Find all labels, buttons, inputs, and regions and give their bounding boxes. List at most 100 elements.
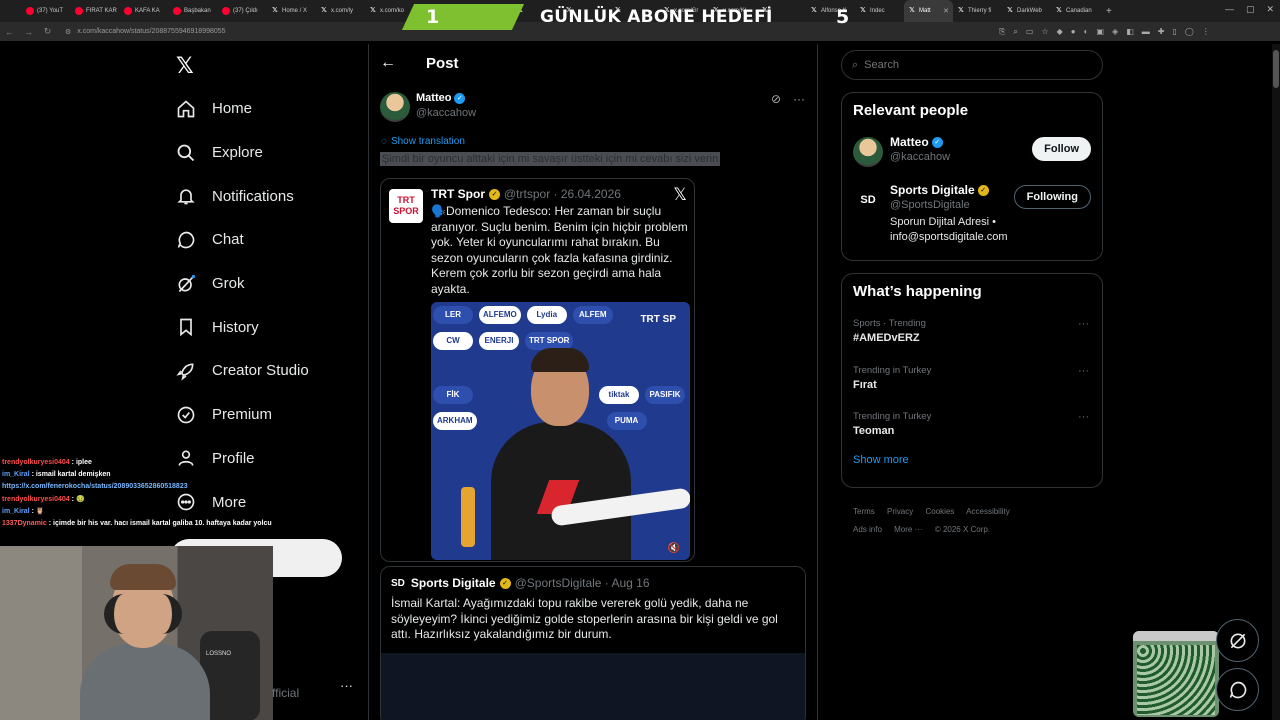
- more-options-icon[interactable]: ···: [1078, 318, 1089, 330]
- grok-floating-button[interactable]: [1216, 619, 1259, 662]
- page-scrollbar[interactable]: [1272, 44, 1280, 720]
- translate-icon[interactable]: ⎘: [999, 27, 1005, 37]
- more-options-icon[interactable]: ···: [1078, 365, 1089, 377]
- reload-icon[interactable]: ↻: [38, 26, 57, 37]
- x-logo-icon[interactable]: 𝕏: [176, 53, 194, 79]
- follow-button[interactable]: Follow: [1032, 137, 1091, 161]
- puzzle-icon[interactable]: ✚: [1158, 27, 1165, 37]
- extension-icon[interactable]: ◧: [1126, 27, 1134, 37]
- account-more-icon[interactable]: ···: [340, 678, 353, 693]
- author-name-row[interactable]: Matteo ✓: [416, 92, 476, 104]
- quoted-post[interactable]: TRT SPOR TRT Spor ✓ @trtspor · 26.04.202…: [380, 178, 695, 562]
- related-post-media[interactable]: [381, 653, 805, 720]
- verified-check-icon: ✓: [931, 136, 943, 148]
- extension-icon[interactable]: ◆: [1057, 27, 1063, 37]
- more-options-icon[interactable]: ···: [793, 92, 805, 106]
- footer-link-privacy[interactable]: Privacy: [887, 507, 913, 516]
- post-author[interactable]: Matteo ✓ @kaccahow: [380, 92, 476, 122]
- press-conference-video[interactable]: LER ALFEMO Lydia ALFEM CW ENERJI TRT SPO…: [431, 302, 690, 560]
- nav-item-premium[interactable]: Premium: [176, 393, 309, 437]
- footer-link-more[interactable]: More ···: [894, 525, 922, 534]
- related-handle-date: @SportsDigitale · Aug 16: [514, 576, 650, 590]
- nav-item-creator-studio[interactable]: Creator Studio: [176, 349, 309, 393]
- footer-links: Terms Privacy Cookies Accessibility Ads …: [853, 503, 1093, 539]
- chat-text: içimde bir his var. hacı ismail kartal g…: [53, 520, 272, 528]
- nav-item-history[interactable]: History: [176, 305, 309, 349]
- grok-analyze-icon[interactable]: ⊘: [771, 92, 781, 106]
- zoom-icon[interactable]: ⌕: [1013, 27, 1017, 37]
- chat-message: im_Kiral : 🦉: [2, 506, 272, 518]
- nav-item-home[interactable]: Home: [176, 87, 309, 131]
- menu-dots-icon[interactable]: ⋮: [1202, 27, 1210, 37]
- close-tab-icon[interactable]: ✕: [943, 7, 949, 15]
- browser-tab[interactable]: KAFA KA: [120, 0, 169, 22]
- profile-avatar-icon[interactable]: ◯: [1185, 27, 1194, 37]
- scrollbar-thumb[interactable]: [1273, 50, 1279, 88]
- trt-spor-avatar[interactable]: TRT SPOR: [389, 189, 423, 223]
- search-box[interactable]: ⌕: [841, 50, 1103, 80]
- browser-tab[interactable]: FIRAT KAR: [71, 0, 120, 22]
- back-arrow-icon[interactable]: ←: [380, 54, 396, 72]
- extension-icon[interactable]: ●: [1071, 27, 1076, 37]
- person-row-sports-digitale[interactable]: SD Sports Digitale ✓ @SportsDigitale Fol…: [842, 179, 1102, 249]
- sports-digitale-logo[interactable]: SD: [391, 578, 405, 589]
- trend-item[interactable]: Trending in Turkey Teoman ···: [842, 407, 1102, 454]
- quoted-author-name[interactable]: TRT Spor: [431, 187, 485, 201]
- footer-link-accessibility[interactable]: Accessibility: [966, 507, 1010, 516]
- footer-link-ads-info[interactable]: Ads info: [853, 525, 882, 534]
- panel-title: What’s happening: [853, 283, 982, 300]
- following-button[interactable]: Following: [1013, 185, 1091, 209]
- new-tab-icon[interactable]: +: [1100, 6, 1118, 17]
- back-icon[interactable]: ←: [0, 27, 19, 37]
- sponsor-logo: Lydia: [526, 306, 567, 324]
- related-author-name[interactable]: Sports Digitale: [411, 576, 496, 590]
- browser-tab[interactable]: 𝕏 Home / X: [267, 0, 316, 22]
- footer-link-cookies[interactable]: Cookies: [925, 507, 954, 516]
- chat-text: iplee: [75, 459, 92, 466]
- whats-happening-panel: What’s happening Sports · Trending #AMED…: [841, 273, 1103, 488]
- messages-floating-button[interactable]: [1216, 668, 1259, 711]
- browser-tab[interactable]: 𝕏 Thierry fi: [953, 0, 1002, 22]
- nav-item-explore[interactable]: Explore: [176, 131, 309, 175]
- trend-item[interactable]: Sports · Trending #AMEDvERZ ···: [842, 314, 1102, 361]
- browser-tab[interactable]: 𝕏 DarkWeb: [1002, 0, 1051, 22]
- cast-icon[interactable]: ▭: [1026, 27, 1034, 37]
- browser-tab[interactable]: (37) YouT: [22, 0, 71, 22]
- show-more-link[interactable]: Show more: [842, 454, 1102, 466]
- close-window-icon[interactable]: ✕: [1266, 4, 1274, 15]
- volume-mute-icon[interactable]: 🔇: [668, 543, 680, 554]
- more-options-icon[interactable]: ···: [1078, 411, 1089, 423]
- maximize-icon[interactable]: ▢: [1246, 4, 1255, 15]
- author-handle[interactable]: @kaccahow: [416, 107, 476, 119]
- browser-tab[interactable]: 𝕏 Matt ✕: [904, 0, 953, 22]
- nav-item-notifications[interactable]: Notifications: [176, 174, 309, 218]
- trend-item[interactable]: Trending in Turkey Fırat ···: [842, 361, 1102, 408]
- tab-label: x.com/ly: [331, 8, 354, 14]
- related-post[interactable]: SD Sports Digitale ✓ @SportsDigitale · A…: [380, 566, 806, 720]
- avatar[interactable]: SD: [853, 185, 883, 215]
- extension-icon[interactable]: ▣: [1096, 27, 1104, 37]
- person-row-matteo[interactable]: Matteo ✓ @kaccahow Follow: [842, 131, 1102, 179]
- footer-link-terms[interactable]: Terms: [853, 507, 875, 516]
- browser-tab[interactable]: 𝕏x.com/ly: [316, 0, 365, 22]
- avatar[interactable]: [380, 92, 410, 122]
- search-input[interactable]: [864, 59, 1065, 71]
- bookmark-star-icon[interactable]: ☆: [1041, 27, 1048, 37]
- nav-item-grok[interactable]: Grok: [176, 262, 309, 306]
- nav-item-chat[interactable]: Chat: [176, 218, 309, 262]
- avatar[interactable]: [853, 137, 883, 167]
- person-name-row: Matteo ✓: [890, 135, 943, 149]
- trend-meta: Trending in Turkey: [853, 364, 932, 376]
- show-translation-link[interactable]: ◌ Show translation: [381, 136, 465, 147]
- forward-icon[interactable]: →: [19, 27, 38, 37]
- browser-tab[interactable]: 𝕏 Canadian: [1051, 0, 1100, 22]
- browser-tab[interactable]: (37) Çıldı: [218, 0, 267, 22]
- sidebar-icon[interactable]: ▯: [1172, 27, 1176, 37]
- site-info-icon[interactable]: ⚙: [65, 28, 71, 36]
- extension-icon[interactable]: ◈: [1112, 27, 1118, 37]
- extension-icon[interactable]: ▬: [1142, 27, 1150, 37]
- minimize-icon[interactable]: —: [1225, 4, 1234, 15]
- nav-item-label: Creator Studio: [212, 362, 309, 380]
- extension-icon[interactable]: ◐: [1084, 27, 1089, 37]
- browser-tab[interactable]: Başbakan: [169, 0, 218, 22]
